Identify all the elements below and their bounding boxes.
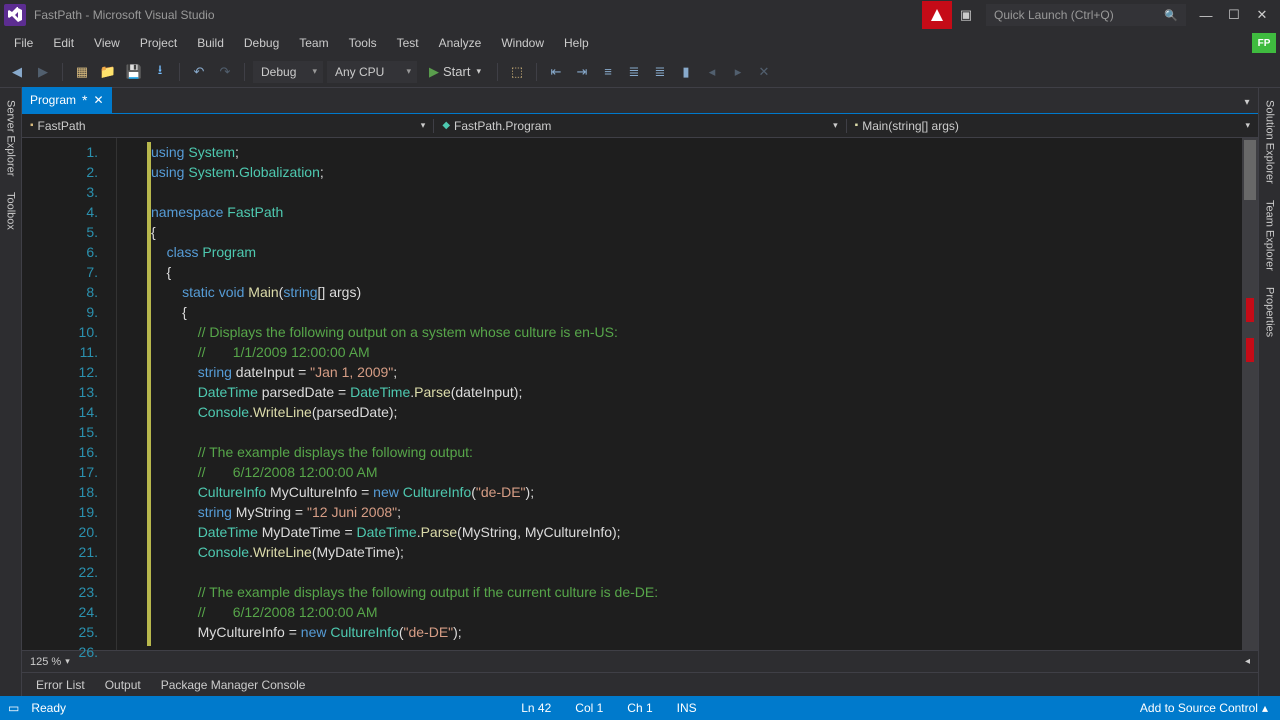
tab-output[interactable]: Output: [97, 674, 149, 696]
uncomment-icon[interactable]: ≣: [649, 61, 671, 83]
menu-analyze[interactable]: Analyze: [429, 32, 492, 54]
left-sidebar: Server Explorer Toolbox: [0, 88, 22, 696]
status-ready: Ready: [19, 701, 78, 715]
scroll-thumb[interactable]: [1244, 140, 1256, 200]
navigation-bar: ▪FastPath▾ ◆FastPath.Program▾ ▪Main(stri…: [22, 114, 1258, 138]
tab-close-icon[interactable]: ✕: [93, 93, 103, 107]
menu-bar: File Edit View Project Build Debug Team …: [0, 30, 1280, 56]
account-badge[interactable]: FP: [1252, 33, 1276, 53]
nav-type[interactable]: ◆FastPath.Program▾: [434, 119, 846, 133]
menu-help[interactable]: Help: [554, 32, 599, 54]
menu-test[interactable]: Test: [387, 32, 429, 54]
menu-file[interactable]: File: [4, 32, 43, 54]
close-button[interactable]: ✕: [1248, 1, 1276, 29]
new-project-icon[interactable]: ▦: [71, 61, 93, 83]
menu-debug[interactable]: Debug: [234, 32, 289, 54]
forward-icon[interactable]: ▶: [32, 61, 54, 83]
sidebar-server-explorer[interactable]: Server Explorer: [5, 92, 17, 184]
search-icon: 🔍: [1164, 9, 1178, 22]
tab-program[interactable]: Program * ✕: [22, 87, 112, 113]
back-icon[interactable]: ◀: [6, 61, 28, 83]
window-title: FastPath - Microsoft Visual Studio: [34, 8, 922, 22]
tab-error-list[interactable]: Error List: [28, 674, 93, 696]
error-marker: [1246, 298, 1254, 322]
open-icon[interactable]: 📁: [97, 61, 119, 83]
vs-logo-icon: [4, 4, 26, 26]
title-bar: FastPath - Microsoft Visual Studio ▣ Qui…: [0, 0, 1280, 30]
start-button[interactable]: ▶Start▾: [421, 64, 489, 80]
format-icon[interactable]: ≡: [597, 61, 619, 83]
document-tabs: Program * ✕ ▾: [22, 88, 1258, 114]
add-source-control[interactable]: Add to Source Control ▴: [1140, 701, 1272, 715]
toolbar: ◀ ▶ ▦ 📁 💾 ⭳ ↶ ↷ Debug Any CPU ▶Start▾ ⬚ …: [0, 56, 1280, 88]
status-line: Ln 42: [509, 701, 563, 715]
status-icon: ▭: [8, 701, 19, 715]
sidebar-solution-explorer[interactable]: Solution Explorer: [1264, 92, 1276, 192]
comment-icon[interactable]: ≣: [623, 61, 645, 83]
save-icon[interactable]: 💾: [123, 61, 145, 83]
right-sidebar: Solution Explorer Team Explorer Properti…: [1258, 88, 1280, 696]
line-gutter: 1.2.3.4.5.6.7.8.9.10.11.12.13.14.15.16.1…: [22, 138, 117, 650]
redo-icon[interactable]: ↷: [214, 61, 236, 83]
sidebar-team-explorer[interactable]: Team Explorer: [1264, 192, 1276, 279]
menu-tools[interactable]: Tools: [339, 32, 387, 54]
nav-project[interactable]: ▪FastPath▾: [22, 119, 434, 133]
bookmark-prev-icon[interactable]: ◂: [701, 61, 723, 83]
tab-package-manager[interactable]: Package Manager Console: [153, 674, 314, 696]
status-ins: INS: [665, 701, 709, 715]
step-icon[interactable]: ⬚: [506, 61, 528, 83]
menu-edit[interactable]: Edit: [43, 32, 84, 54]
bottom-panel-tabs: Error List Output Package Manager Consol…: [22, 672, 1258, 696]
save-all-icon[interactable]: ⭳: [149, 61, 171, 83]
change-bar: [147, 142, 151, 646]
status-col: Col 1: [563, 701, 615, 715]
vertical-scrollbar[interactable]: [1242, 138, 1258, 650]
dirty-indicator: *: [82, 92, 87, 108]
error-marker: [1246, 338, 1254, 362]
menu-project[interactable]: Project: [130, 32, 187, 54]
menu-window[interactable]: Window: [491, 32, 554, 54]
config-dropdown[interactable]: Debug: [253, 61, 323, 83]
quick-launch-input[interactable]: Quick Launch (Ctrl+Q)🔍: [986, 4, 1186, 26]
undo-icon[interactable]: ↶: [188, 61, 210, 83]
code-content[interactable]: using System;using System.Globalization;…: [117, 138, 1258, 650]
platform-dropdown[interactable]: Any CPU: [327, 61, 417, 83]
minimize-button[interactable]: —: [1192, 1, 1220, 29]
status-ch: Ch 1: [615, 701, 664, 715]
tab-dropdown-icon[interactable]: ▾: [1236, 91, 1258, 113]
indent-more-icon[interactable]: ⇥: [571, 61, 593, 83]
bookmark-next-icon[interactable]: ▸: [727, 61, 749, 83]
menu-view[interactable]: View: [84, 32, 130, 54]
code-editor[interactable]: 1.2.3.4.5.6.7.8.9.10.11.12.13.14.15.16.1…: [22, 138, 1258, 650]
maximize-button[interactable]: ☐: [1220, 1, 1248, 29]
sidebar-toolbox[interactable]: Toolbox: [5, 184, 17, 238]
menu-build[interactable]: Build: [187, 32, 234, 54]
notifications-icon[interactable]: ▣: [952, 1, 980, 29]
status-bar: ▭ Ready Ln 42 Col 1 Ch 1 INS Add to Sour…: [0, 696, 1280, 720]
feedback-button[interactable]: [922, 1, 952, 29]
bookmark-clear-icon[interactable]: ✕: [753, 61, 775, 83]
bookmark-icon[interactable]: ▮: [675, 61, 697, 83]
sidebar-properties[interactable]: Properties: [1264, 279, 1276, 345]
nav-member[interactable]: ▪Main(string[] args)▾: [847, 119, 1258, 133]
indent-less-icon[interactable]: ⇤: [545, 61, 567, 83]
menu-team[interactable]: Team: [289, 32, 338, 54]
